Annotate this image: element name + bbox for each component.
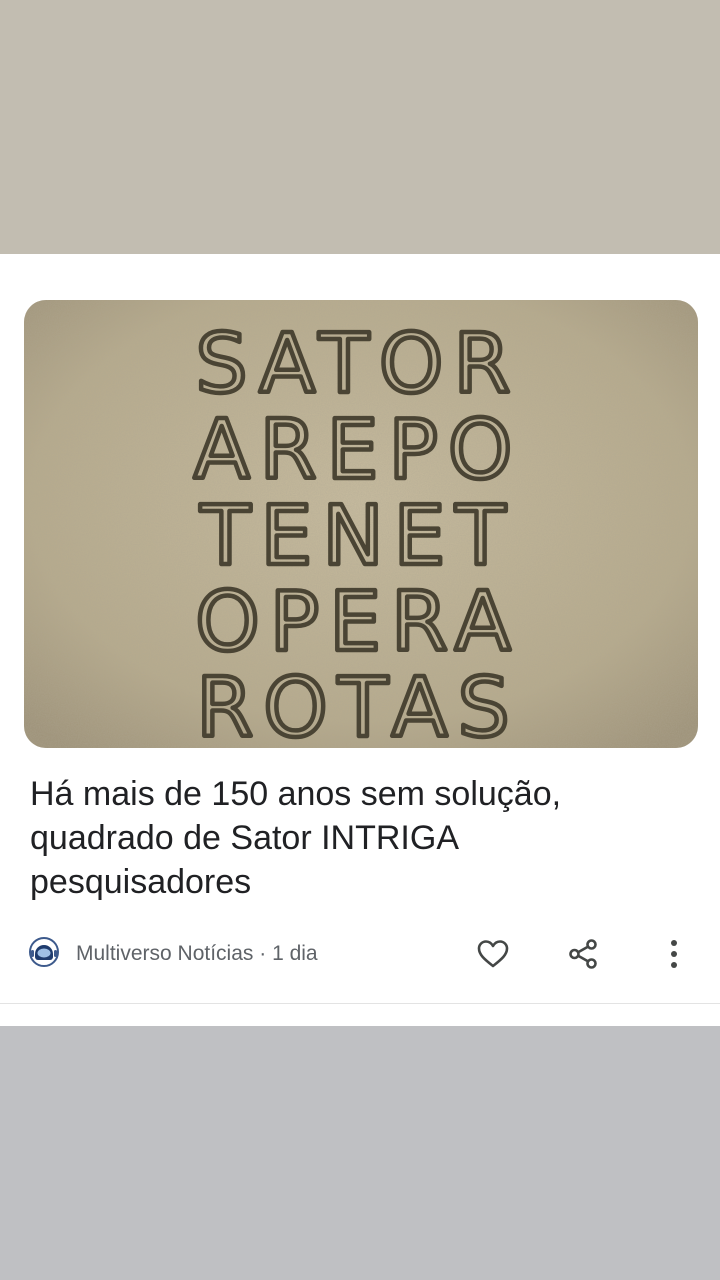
article-headline[interactable]: Há mais de 150 anos sem solução, quadrad… xyxy=(30,772,670,904)
share-button[interactable] xyxy=(561,932,605,976)
stone-row-1: SATOR xyxy=(196,317,521,412)
source-name[interactable]: Multiverso Notícias xyxy=(76,942,253,965)
stone-row-5: ROTAS xyxy=(196,661,519,748)
stone-row-4: OPERA xyxy=(195,575,521,670)
heart-outline-icon xyxy=(477,940,509,968)
more-options-button[interactable] xyxy=(652,932,696,976)
article-meta-row: Multiverso Notícias · 1 dia xyxy=(28,932,700,976)
more-vertical-icon xyxy=(671,940,677,968)
share-icon xyxy=(569,939,597,969)
next-card-remnant xyxy=(0,1026,720,1280)
stone-row-3: TENET xyxy=(199,489,515,584)
sator-square-stone-image: SATORAREPOTENETOPERAROTAS xyxy=(24,300,698,748)
astronaut-helmet-icon xyxy=(28,936,60,968)
article-thumbnail[interactable]: SATOR AREPO TENET OPERA ROTAS xyxy=(24,300,698,748)
card-divider xyxy=(0,1003,720,1004)
article-age: 1 dia xyxy=(272,942,318,965)
previous-card-remnant xyxy=(0,0,720,254)
meta-separator: · xyxy=(253,942,273,965)
like-button[interactable] xyxy=(471,932,515,976)
stone-row-2: AREPO xyxy=(194,403,523,498)
news-card[interactable]: SATOR AREPO TENET OPERA ROTAS Há mais de 150… xyxy=(0,254,720,1004)
article-source-and-age: Multiverso Notícias · 1 dia xyxy=(76,941,318,967)
